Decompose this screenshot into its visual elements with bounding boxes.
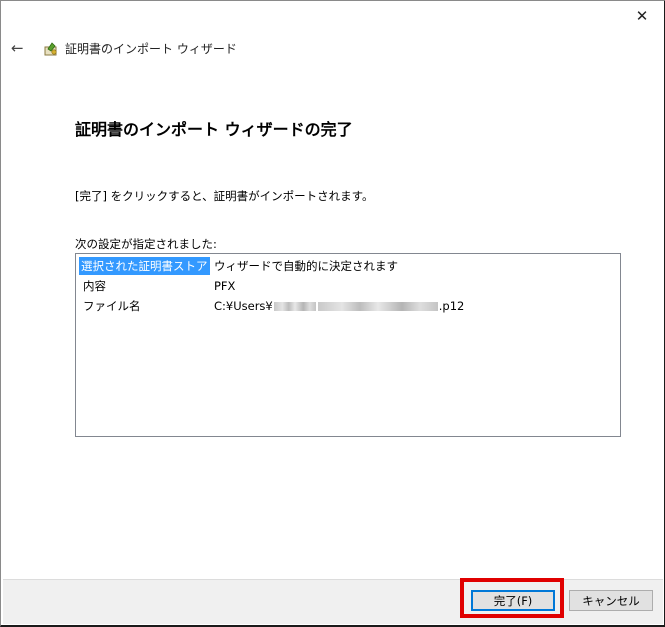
- button-bar: [3, 579, 663, 624]
- close-icon[interactable]: ✕: [634, 8, 650, 24]
- back-arrow-icon[interactable]: ←: [11, 40, 24, 56]
- redacted-block: [273, 302, 316, 311]
- setting-key-content: 内容: [83, 279, 106, 293]
- setting-key-filename: ファイル名: [83, 299, 141, 313]
- filename-prefix: C:¥Users¥: [214, 299, 273, 313]
- list-item[interactable]: 内容 PFX: [76, 277, 620, 295]
- description-text: [完了] をクリックすると、証明書がインポートされます。: [75, 189, 374, 203]
- certificate-icon: [44, 42, 57, 56]
- page-heading: 証明書のインポート ウィザードの完了: [75, 120, 353, 139]
- highlight-box: [460, 578, 564, 618]
- settings-list-label: 次の設定が指定されました:: [75, 237, 217, 251]
- settings-list[interactable]: 選択された証明書ストア ウィザードで自動的に決定されます 内容 PFX ファイル…: [75, 253, 621, 437]
- wizard-window: ✕ ← 証明書のインポート ウィザード 証明書のインポート ウィザードの完了 […: [0, 0, 665, 627]
- list-item[interactable]: 選択された証明書ストア ウィザードで自動的に決定されます: [76, 257, 620, 275]
- redacted-block: [317, 302, 438, 311]
- setting-value-content: PFX: [214, 279, 236, 293]
- cancel-button[interactable]: キャンセル: [569, 590, 653, 611]
- setting-value-filename: C:¥Users¥ .p12: [214, 297, 464, 315]
- filename-suffix: .p12: [438, 299, 465, 313]
- list-item[interactable]: ファイル名 C:¥Users¥ .p12: [76, 297, 620, 315]
- setting-key-store: 選択された証明書ストア: [79, 257, 210, 275]
- wizard-title: 証明書のインポート ウィザード: [65, 42, 237, 56]
- setting-value-store: ウィザードで自動的に決定されます: [214, 259, 398, 273]
